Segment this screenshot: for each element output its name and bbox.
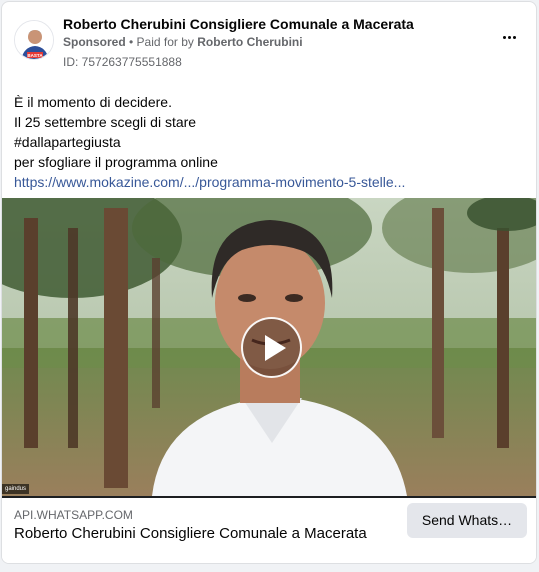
meta-separator: •	[125, 35, 137, 49]
paid-for-label: Paid for by	[136, 35, 198, 49]
more-horizontal-icon	[502, 35, 506, 39]
play-icon	[265, 335, 286, 361]
avatar-image: BASTA	[15, 21, 53, 59]
send-whatsapp-button[interactable]: Send Whats…	[407, 503, 527, 538]
post-header: BASTA Roberto Cherubini Consigliere Comu…	[2, 2, 536, 82]
link-title[interactable]: Roberto Cherubini Consigliere Comunale a…	[14, 525, 367, 542]
more-options-button[interactable]	[498, 30, 520, 44]
page-name-link[interactable]: Roberto Cherubini Consigliere Comunale a…	[63, 16, 414, 32]
avatar-text: BASTA	[27, 53, 43, 58]
body-line: per sfogliare il programma online	[14, 154, 218, 170]
link-domain: API.WHATSAPP.COM	[14, 508, 133, 522]
more-dot	[507, 35, 511, 39]
link-preview-footer[interactable]: API.WHATSAPP.COM Roberto Cherubini Consi…	[2, 496, 536, 563]
play-button[interactable]	[241, 317, 302, 378]
hashtag-line: #dallapartegiusta	[14, 134, 121, 150]
body-line: È il momento di decidere.	[14, 94, 172, 110]
sponsored-meta: Sponsored • Paid for by Roberto Cherubin…	[63, 35, 303, 49]
ad-post-card: BASTA Roberto Cherubini Consigliere Comu…	[1, 1, 537, 564]
video-corner-tag: gaindus	[2, 484, 30, 494]
more-dot	[512, 35, 516, 39]
video-media[interactable]: gaindus	[2, 198, 536, 496]
body-line: Il 25 settembre scegli di stare	[14, 114, 197, 130]
ad-id: ID: 757263775551888	[63, 55, 182, 69]
program-link[interactable]: https://www.mokazine.com/.../programma-m…	[14, 174, 405, 190]
post-body: È il momento di decidere. Il 25 settembr…	[14, 92, 524, 192]
payer-name[interactable]: Roberto Cherubini	[197, 35, 302, 49]
sponsored-label[interactable]: Sponsored	[63, 35, 126, 49]
page-avatar[interactable]: BASTA	[14, 20, 54, 60]
